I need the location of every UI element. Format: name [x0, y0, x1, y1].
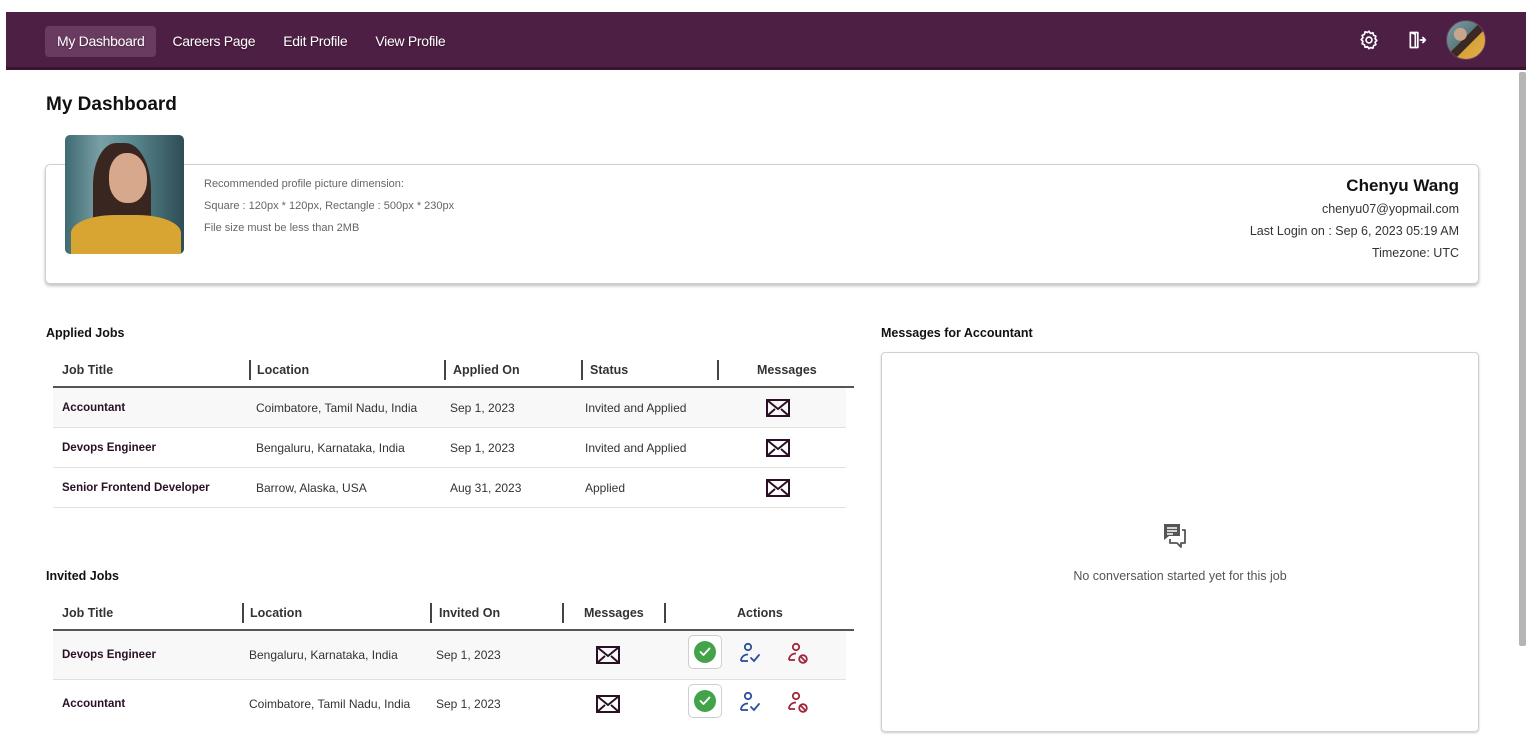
last-login: Last Login on : Sep 6, 2023 05:19 AM — [1249, 224, 1459, 238]
col-invited-on[interactable]: Invited On — [439, 597, 500, 629]
job-location: Bengaluru, Karnataka, India — [256, 441, 405, 455]
accepted-check-icon — [694, 690, 716, 712]
photo-face — [109, 153, 147, 203]
invited-date: Sep 1, 2023 — [436, 697, 501, 711]
column-divider — [242, 603, 244, 623]
job-title[interactable]: Accountant — [62, 680, 125, 729]
hint-file-size: File size must be less than 2MB — [204, 222, 360, 234]
profile-name: Chenyu Wang — [1346, 176, 1459, 195]
col-messages[interactable]: Messages — [584, 597, 644, 629]
hint-sizes: Square : 120px * 120px, Rectangle : 500p… — [204, 200, 455, 212]
photo-shirt — [71, 215, 181, 254]
nav-actions — [1356, 20, 1486, 60]
scrollbar-track — [1526, 70, 1540, 750]
profile-email: chenyu07@yopmail.com — [1321, 202, 1459, 216]
page-title: My Dashboard — [46, 94, 177, 115]
job-location: Coimbatore, Tamil Nadu, India — [256, 401, 418, 415]
table-row[interactable]: Senior Frontend Developer Barrow, Alaska… — [53, 468, 846, 508]
applied-date: Sep 1, 2023 — [450, 401, 515, 415]
mail-icon[interactable] — [596, 695, 620, 713]
profile-picture-hints: Recommended profile picture dimension: S… — [204, 173, 454, 239]
job-title[interactable]: Accountant — [62, 388, 125, 428]
applied-date: Sep 1, 2023 — [450, 441, 515, 455]
profile-picture[interactable] — [65, 135, 184, 254]
table-header: Job Title Location Invited On Messages A… — [53, 597, 854, 631]
job-status: Invited and Applied — [585, 441, 687, 455]
invited-date: Sep 1, 2023 — [436, 648, 501, 662]
col-actions: Actions — [737, 606, 783, 620]
col-job-title[interactable]: Job Title — [62, 354, 113, 386]
nav-edit-profile[interactable]: Edit Profile — [271, 26, 359, 57]
applied-jobs-table: Job Title Location Applied On Status Mes… — [53, 354, 854, 508]
profile-info: Chenyu Wang chenyu07@yopmail.com Last Lo… — [1250, 174, 1459, 264]
job-status: Invited and Applied — [585, 401, 687, 415]
messages-label: Messages for Accountant — [881, 326, 1033, 340]
column-divider — [430, 603, 432, 623]
timezone: Timezone: UTC — [1371, 246, 1459, 260]
hint-dimension: Recommended profile picture dimension: — [204, 178, 404, 190]
column-divider — [249, 360, 251, 380]
applied-jobs-label: Applied Jobs — [46, 326, 125, 340]
col-location[interactable]: Location — [257, 354, 309, 386]
table-row[interactable]: Accountant Coimbatore, Tamil Nadu, India… — [53, 680, 846, 729]
job-title[interactable]: Devops Engineer — [62, 631, 156, 680]
user-check-icon[interactable] — [738, 690, 762, 714]
column-divider — [664, 603, 666, 623]
column-divider — [444, 360, 446, 380]
job-title[interactable]: Devops Engineer — [62, 428, 156, 468]
col-messages[interactable]: Messages — [757, 354, 817, 386]
logout-icon[interactable] — [1404, 27, 1430, 53]
col-job-title[interactable]: Job Title — [62, 597, 113, 629]
table-row[interactable]: Devops Engineer Bengaluru, Karnataka, In… — [53, 428, 846, 468]
mail-icon[interactable] — [766, 439, 790, 457]
table-row[interactable]: Accountant Coimbatore, Tamil Nadu, India… — [53, 388, 846, 428]
applied-date: Aug 31, 2023 — [450, 481, 522, 495]
col-applied-on[interactable]: Applied On — [453, 354, 520, 386]
nav-links: My Dashboard Careers Page Edit Profile V… — [45, 26, 457, 57]
table-header: Job Title Location Applied On Status Mes… — [53, 354, 854, 388]
mail-icon[interactable] — [596, 646, 620, 664]
user-block-icon[interactable] — [786, 641, 810, 665]
user-block-icon[interactable] — [786, 690, 810, 714]
scrollbar[interactable] — [1519, 72, 1526, 646]
col-status[interactable]: Status — [590, 354, 628, 386]
col-location[interactable]: Location — [250, 597, 302, 629]
empty-conversation-text: No conversation started yet for this job — [1073, 569, 1287, 583]
invited-jobs-label: Invited Jobs — [46, 569, 119, 583]
invited-jobs-table: Job Title Location Invited On Messages A… — [53, 597, 854, 729]
job-status: Applied — [585, 481, 626, 495]
nav-careers-page[interactable]: Careers Page — [160, 26, 267, 57]
chat-icon — [1164, 524, 1186, 548]
gear-icon[interactable] — [1356, 27, 1382, 53]
column-divider — [562, 603, 564, 623]
top-navbar: My Dashboard Careers Page Edit Profile V… — [6, 12, 1526, 70]
accept-button[interactable] — [688, 635, 722, 669]
mail-icon[interactable] — [766, 479, 790, 497]
job-title[interactable]: Senior Frontend Developer — [62, 468, 210, 508]
nav-view-profile[interactable]: View Profile — [363, 26, 457, 57]
accepted-check-icon — [694, 641, 716, 663]
job-location: Barrow, Alaska, USA — [256, 481, 367, 495]
user-check-icon[interactable] — [738, 641, 762, 665]
job-location: Coimbatore, Tamil Nadu, India — [249, 697, 411, 711]
mail-icon[interactable] — [766, 399, 790, 417]
avatar[interactable] — [1446, 20, 1486, 60]
column-divider — [717, 360, 719, 380]
table-row[interactable]: Devops Engineer Bengaluru, Karnataka, In… — [53, 631, 846, 680]
column-divider — [581, 360, 583, 380]
accept-button[interactable] — [688, 684, 722, 718]
job-location: Bengaluru, Karnataka, India — [249, 648, 398, 662]
nav-my-dashboard[interactable]: My Dashboard — [45, 26, 157, 57]
